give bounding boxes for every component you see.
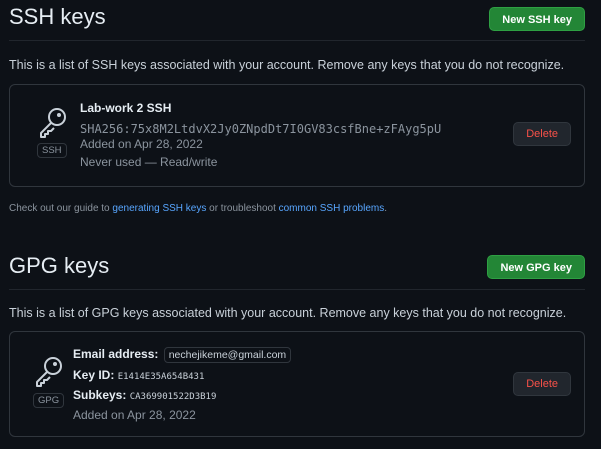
common-ssh-problems-link[interactable]: common SSH problems (279, 203, 385, 214)
ssh-key-added-date: Added on Apr 28, 2022 (80, 137, 203, 151)
settings-keys-page: SSH keys New SSH key This is a list of S… (0, 0, 601, 449)
gpg-key-id-value: E1414E35A654B431 (117, 372, 205, 382)
ssh-key-name: Lab-work 2 SSH (80, 101, 172, 115)
guide-suffix: . (384, 203, 387, 214)
gpg-key-id-row: Key ID: E1414E35A654B431 (73, 368, 204, 382)
gpg-email-label: Email address: (73, 347, 159, 361)
gpg-section-title: GPG keys (9, 253, 110, 278)
delete-ssh-key-button[interactable]: Delete (513, 122, 571, 146)
ssh-key-type-badge: SSH (37, 143, 67, 158)
guide-prefix: Check out our guide to (9, 203, 113, 214)
ssh-key-fingerprint: SHA256:75x8M2LtdvX2Jy0ZNpdDt7I0GV83csfBn… (80, 122, 442, 136)
ssh-guide-text: Check out our guide to generating SSH ke… (9, 203, 387, 214)
gpg-subkeys-row: Subkeys: CA369901522D3B19 (73, 388, 216, 402)
gpg-key-added-date: Added on Apr 28, 2022 (73, 408, 196, 422)
ssh-description: This is a list of SSH keys associated wi… (9, 58, 565, 72)
gpg-subkeys-label: Subkeys: (73, 388, 127, 402)
ssh-key-item: SSH Lab-work 2 SSH SHA256:75x8M2LtdvX2Jy… (9, 84, 585, 187)
gpg-key-type-badge: GPG (33, 393, 65, 408)
gpg-subkeys-value: CA369901522D3B19 (129, 392, 217, 402)
gpg-email-row: Email address: nechejikeme@gmail.com (73, 347, 292, 363)
gpg-section-header: GPG keys New GPG key (9, 249, 585, 290)
gpg-description: This is a list of GPG keys associated wi… (9, 306, 567, 320)
gpg-key-id-label: Key ID: (73, 368, 115, 382)
ssh-section-header: SSH keys New SSH key (9, 0, 585, 41)
new-gpg-key-button[interactable]: New GPG key (487, 255, 585, 279)
ssh-key-usage: Never used — Read/write (80, 155, 218, 169)
ssh-section-title: SSH keys (9, 4, 106, 29)
generating-ssh-keys-link[interactable]: generating SSH keys (112, 203, 206, 214)
key-icon (40, 108, 66, 138)
gpg-email-value: nechejikeme@gmail.com (163, 347, 292, 363)
delete-gpg-key-button[interactable]: Delete (513, 372, 571, 396)
guide-middle: or troubleshoot (206, 203, 279, 214)
new-ssh-key-button[interactable]: New SSH key (489, 7, 585, 31)
gpg-key-item: GPG Email address: nechejikeme@gmail.com… (9, 331, 585, 437)
key-icon (36, 357, 62, 387)
